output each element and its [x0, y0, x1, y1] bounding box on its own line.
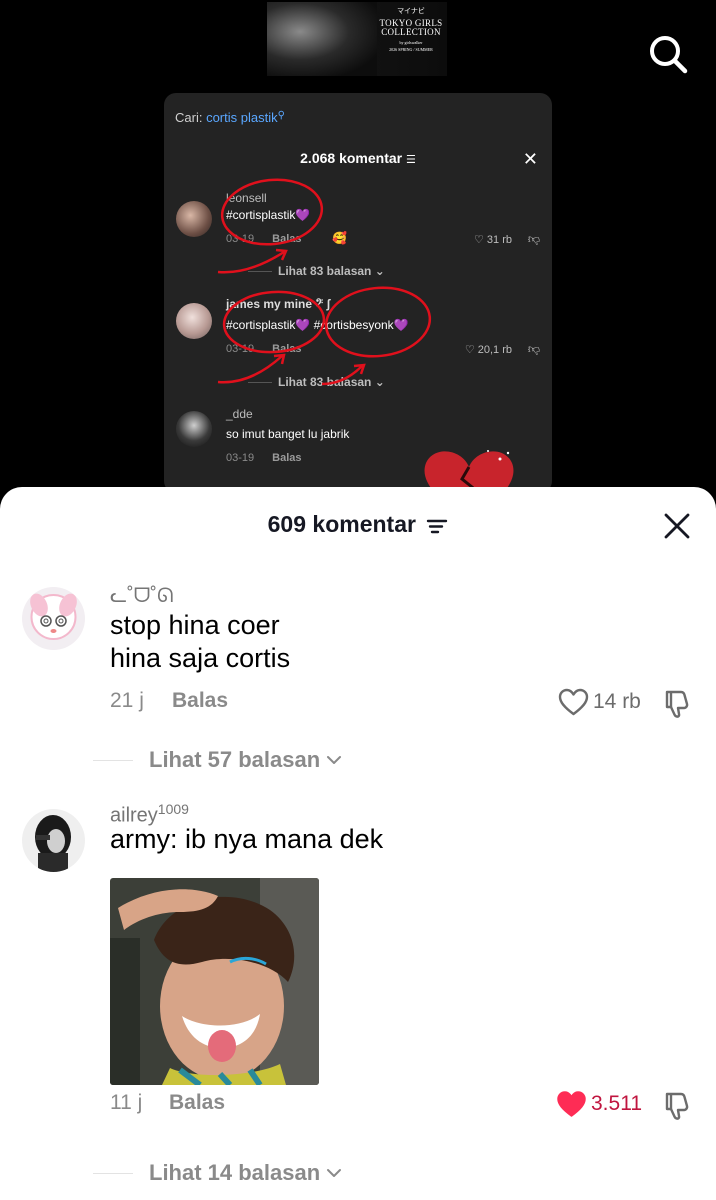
chevron-down-icon — [327, 756, 342, 764]
sort-icon[interactable] — [426, 518, 448, 534]
panel-username: leonsell — [226, 191, 267, 205]
panel-sort-icon: ☰ — [405, 154, 416, 166]
panel-search-small-icon: ⚲ — [277, 110, 285, 121]
comment-time: 21 j — [110, 689, 144, 712]
chevron-down-icon — [327, 1169, 342, 1177]
panel-likes: ♡ 31 rb — [474, 234, 512, 246]
panel-likes: ♡ 20,1 rb — [464, 344, 512, 356]
tgc-brand: マイナビ — [397, 8, 425, 15]
panel-date: 03-19 — [226, 343, 255, 355]
panel-comment-text: #cortisplastik💜 — [226, 208, 311, 222]
tgc-line4: 2026 SPRING / SUMMER — [389, 47, 433, 52]
heart-filled-icon — [557, 1091, 586, 1117]
reply-button[interactable]: Balas — [172, 689, 228, 713]
panel-reply: Balas — [272, 452, 302, 464]
comments-header: 609 komentar — [0, 511, 716, 538]
like-count: 14 rb — [593, 690, 641, 713]
panel-likes-count: 31 rb — [486, 234, 512, 246]
replies-divider — [93, 1172, 133, 1174]
like-count: 3.511 — [591, 1092, 642, 1115]
thumbnail-photo — [267, 2, 377, 76]
view-replies-label: Lihat 14 balasan — [149, 1160, 321, 1185]
panel-title: 2.068 komentar ☰ — [164, 150, 552, 166]
close-icon[interactable] — [662, 511, 692, 541]
panel-reply: Balas — [272, 343, 302, 355]
comment-text-line: stop hina coer — [110, 610, 280, 640]
comment-text: stop hina coer hina saja cortis — [110, 609, 290, 675]
panel-view-replies: Lihat 83 balasan ⌄ — [248, 264, 385, 278]
panel-creator-like-icon: 🥰 — [332, 231, 347, 245]
panel-meta: 03-19 Balas — [226, 233, 302, 245]
comments-count-title: 609 komentar — [267, 511, 416, 537]
panel-likes-count: 20,1 rb — [477, 344, 512, 356]
comment-text-line: army: ib nya mana dek — [110, 824, 384, 854]
like-button[interactable]: 14 rb — [558, 687, 641, 717]
comment-item-2: ailrey1009 army: ib nya mana dek 11 j Ba… — [0, 801, 716, 1131]
tgc-logo: マイナビ TOKYO GIRLS COLLECTION by girlswalk… — [377, 8, 445, 52]
panel-search-bar: Cari: cortis plastik⚲ — [175, 110, 285, 125]
tgc-line3: by girlswalker — [399, 40, 423, 45]
panel-date: 03-19 — [226, 452, 255, 464]
avatar[interactable] — [22, 587, 85, 650]
panel-avatar — [176, 411, 212, 447]
panel-comment-text: #cortisplastik💜 #cortisbesyonk💜 — [226, 318, 409, 332]
avatar[interactable] — [22, 809, 85, 872]
panel-search-keyword: cortis plastik — [206, 110, 278, 125]
panel-username: james my mine 𝄢 ʃ — [226, 297, 331, 311]
panel-date: 03-19 — [226, 233, 255, 245]
panel-dislike-icon: 👎︎ — [527, 342, 540, 356]
panel-view-replies: Lihat 83 balasan ⌄ — [248, 375, 385, 389]
panel-search-label: Cari: — [175, 110, 203, 125]
panel-avatar — [176, 201, 212, 237]
comment-username-sup: 1009 — [157, 801, 189, 817]
comment-time: 11 j — [110, 1091, 143, 1114]
panel-username: _dde — [226, 407, 253, 421]
panel-meta: 03-19 Balas — [226, 343, 302, 355]
tgc-line2: COLLECTION — [381, 27, 441, 37]
reply-button[interactable]: Balas — [169, 1091, 225, 1115]
dislike-icon[interactable] — [662, 1091, 692, 1121]
panel-title-text: 2.068 komentar — [300, 150, 403, 166]
panel-avatar — [176, 303, 212, 339]
search-icon[interactable] — [646, 32, 690, 76]
like-button[interactable]: 3.511 — [556, 1089, 642, 1119]
dislike-icon[interactable] — [662, 689, 692, 719]
broken-heart-sticker — [424, 450, 514, 493]
video-area[interactable]: マイナビ TOKYO GIRLS COLLECTION by girlswalk… — [0, 0, 716, 520]
comment-image[interactable] — [110, 878, 319, 1085]
panel-comment-text: so imut banget lu jabrik — [226, 427, 350, 441]
video-thumbnail: マイナビ TOKYO GIRLS COLLECTION by girlswalk… — [267, 2, 447, 76]
replies-divider — [93, 759, 133, 761]
view-replies-button[interactable]: Lihat 14 balasan — [93, 1158, 342, 1188]
comments-sheet: 609 komentar ᓚ˚ᗜ˚ᘏ stop hina coer hina s… — [0, 487, 716, 1200]
view-replies-button[interactable]: Lihat 57 balasan — [93, 745, 342, 775]
embedded-comment-panel: Cari: cortis plastik⚲ 2.068 komentar ☰ ✕… — [164, 93, 552, 493]
comment-text: army: ib nya mana dek — [110, 823, 383, 856]
comment-username[interactable]: ᓚ˚ᗜ˚ᘏ — [110, 583, 174, 608]
view-replies-label: Lihat 57 balasan — [149, 747, 321, 772]
panel-meta: 03-19 Balas — [226, 452, 302, 464]
panel-reply: Balas — [272, 233, 302, 245]
comment-text-line: hina saja cortis — [110, 643, 291, 673]
panel-dislike-icon: 👎︎ — [527, 232, 540, 246]
heart-outline-icon — [558, 688, 589, 716]
panel-close-icon: ✕ — [522, 149, 538, 169]
